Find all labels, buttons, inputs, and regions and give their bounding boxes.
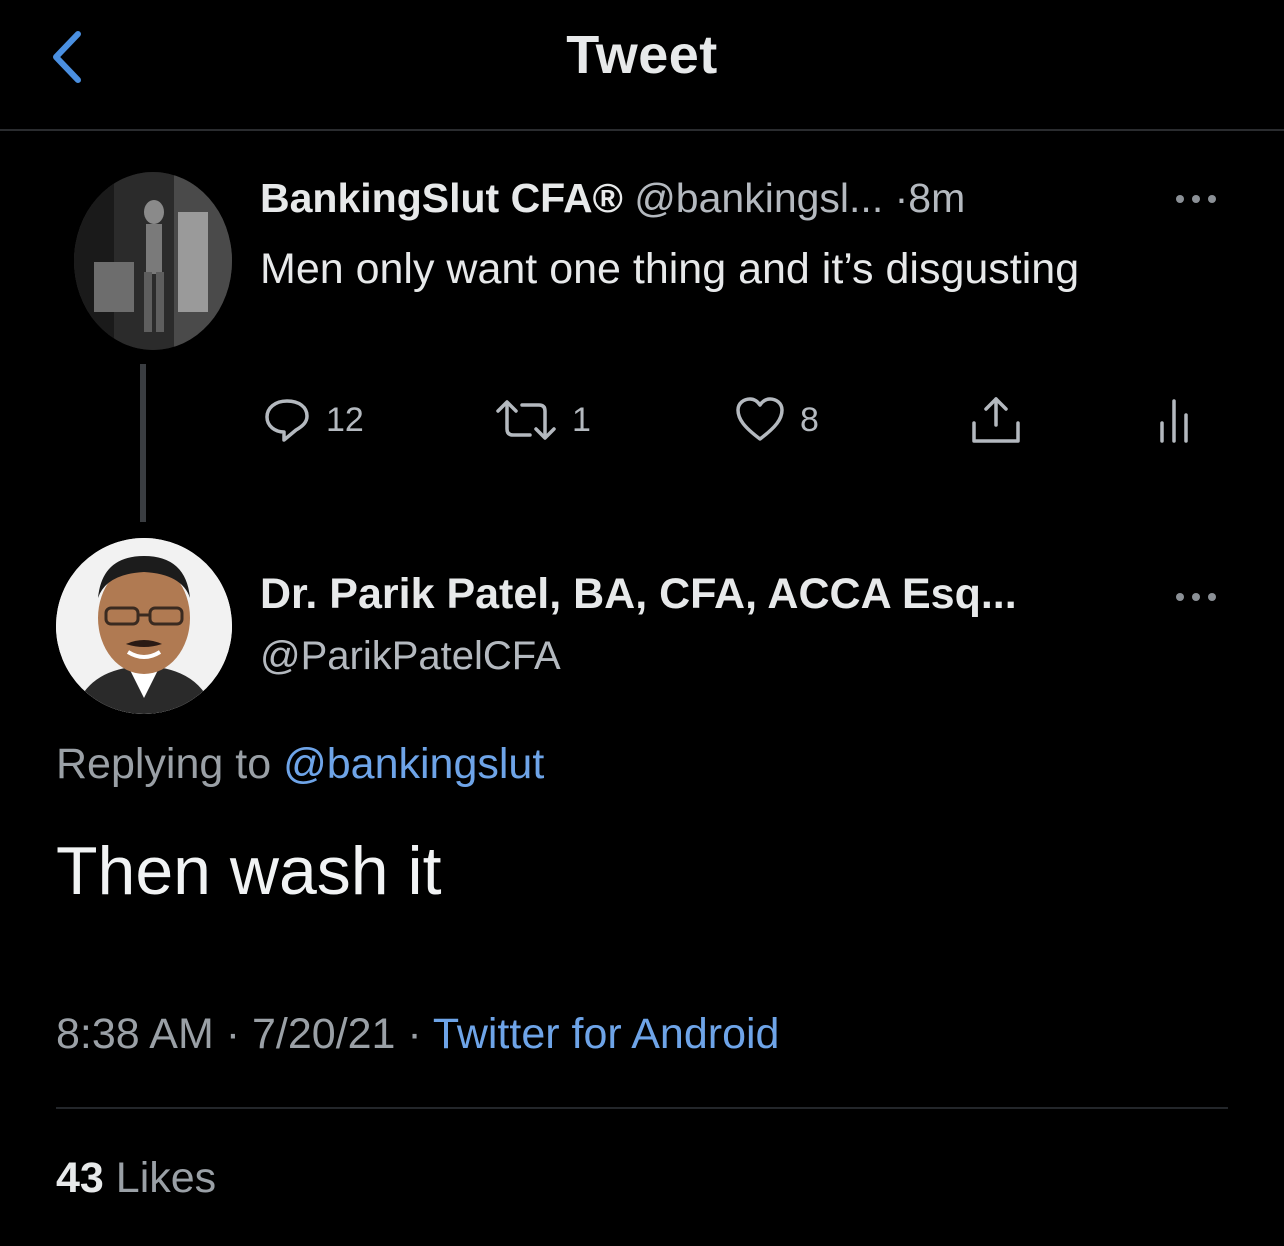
replying-to-line: Replying to @bankingslut <box>56 734 544 794</box>
retweet-count: 1 <box>572 400 591 439</box>
analytics-icon <box>1156 395 1196 445</box>
meta-separator: · <box>407 1010 422 1058</box>
reply-button[interactable]: 12 <box>262 392 364 448</box>
reply-avatar[interactable] <box>56 538 232 714</box>
meta-separator: · <box>225 1010 241 1058</box>
share-button[interactable] <box>968 392 1024 448</box>
parent-separator: · <box>894 175 909 221</box>
share-icon <box>968 393 1024 447</box>
reply-icon <box>262 395 312 445</box>
like-count: 8 <box>800 400 819 439</box>
reply-tweet-text: Then wash it <box>56 833 442 909</box>
reply-handle[interactable]: @ParikPatelCFA <box>260 628 561 684</box>
parent-action-bar: 12 1 8 <box>262 392 1212 448</box>
heart-icon <box>734 395 786 445</box>
page-title: Tweet <box>566 25 718 85</box>
parent-timestamp: 8m <box>908 175 966 221</box>
stats-divider <box>56 1107 1228 1109</box>
more-options-icon[interactable] <box>1170 582 1226 612</box>
more-options-icon[interactable] <box>1170 184 1226 214</box>
tweet-meta: 8:38 AM · 7/20/21 · Twitter for Android <box>56 1004 779 1064</box>
thread-connector-line <box>140 364 146 522</box>
parent-handle[interactable]: @bankingsl... <box>634 175 883 221</box>
tweet-source-link[interactable]: Twitter for Android <box>433 1010 780 1058</box>
header-divider <box>0 129 1284 131</box>
tweet-time: 8:38 AM <box>56 1010 214 1058</box>
like-button[interactable]: 8 <box>734 392 819 448</box>
retweet-icon <box>494 395 558 445</box>
replying-to-handle-link[interactable]: @bankingslut <box>283 740 544 788</box>
parent-tweet-text: Men only want one thing and it’s disgust… <box>260 245 1080 293</box>
parent-avatar[interactable] <box>74 172 232 350</box>
likes-count: 43 <box>56 1154 104 1202</box>
parent-display-name[interactable]: BankingSlut CFA® <box>260 175 623 221</box>
analytics-button[interactable] <box>1156 392 1196 448</box>
replying-to-label: Replying to <box>56 740 272 788</box>
parent-tweet-header: BankingSlut CFA® @bankingsl... ·8m <box>260 172 965 224</box>
tweet-date: 7/20/21 <box>252 1010 396 1058</box>
likes-stat[interactable]: 43 Likes <box>56 1148 216 1208</box>
reply-count: 12 <box>326 400 364 439</box>
reply-display-name[interactable]: Dr. Parik Patel, BA, CFA, ACCA Esq... <box>260 566 1017 622</box>
retweet-button[interactable]: 1 <box>494 392 591 448</box>
likes-label: Likes <box>115 1154 217 1202</box>
